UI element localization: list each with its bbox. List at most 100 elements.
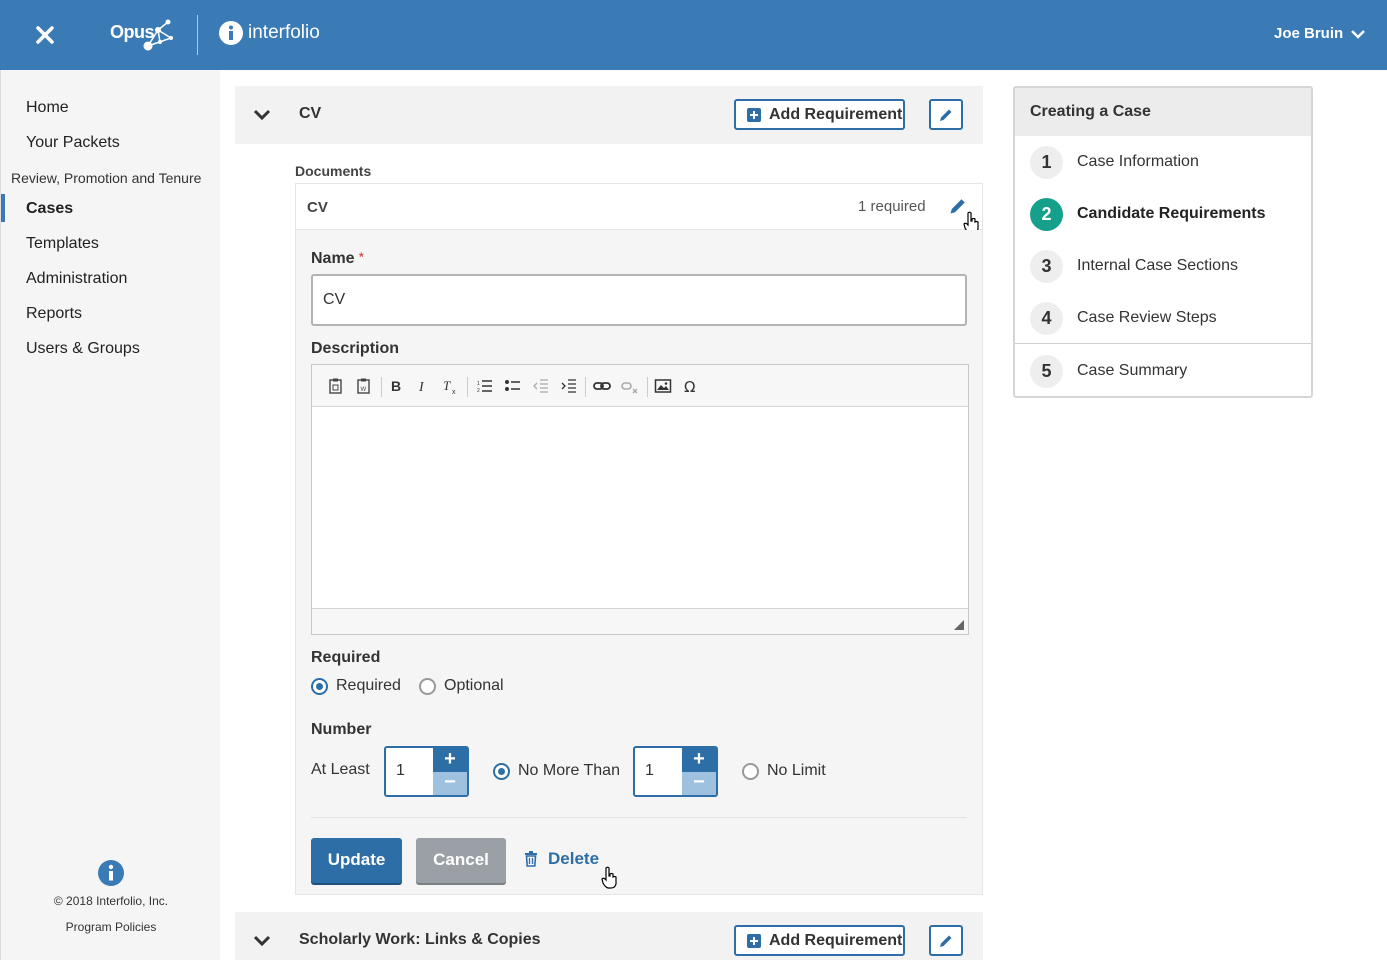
document-row-cv[interactable]: CV 1 required: [295, 183, 983, 230]
toolbar-separator: [585, 377, 586, 397]
radio-required-label[interactable]: Required: [336, 677, 401, 695]
no-limit-label[interactable]: No Limit: [767, 762, 826, 780]
edit-section-button[interactable]: [929, 925, 963, 956]
svg-text:I: I: [418, 380, 425, 395]
sidebar: Home Your Packets Review, Promotion and …: [0, 70, 220, 960]
italic-icon[interactable]: I: [414, 377, 432, 395]
active-indicator: [1, 194, 5, 222]
svg-text:2: 2: [477, 388, 480, 394]
steps-header: Creating a Case: [1015, 88, 1311, 136]
radio-optional[interactable]: [419, 678, 436, 695]
paste-icon[interactable]: [327, 377, 345, 395]
remove-format-icon[interactable]: Tx: [442, 377, 460, 395]
special-char-icon[interactable]: Ω: [682, 377, 700, 395]
user-menu[interactable]: Joe Bruin: [1274, 25, 1343, 42]
radio-no-limit[interactable]: [742, 763, 759, 780]
step-case-information[interactable]: Case Information: [1077, 153, 1199, 171]
step-internal-case-sections[interactable]: Internal Case Sections: [1077, 257, 1238, 275]
add-requirement-button[interactable]: Add Requirement: [734, 925, 905, 956]
edit-section-button[interactable]: [929, 99, 963, 130]
outdent-icon[interactable]: [532, 377, 550, 395]
sidebar-section-heading: Review, Promotion and Tenure: [11, 170, 202, 186]
form-divider: [311, 817, 967, 818]
step-case-summary[interactable]: Case Summary: [1077, 362, 1187, 380]
sidebar-item-home[interactable]: Home: [26, 99, 69, 117]
hand-cursor-icon: [601, 866, 617, 889]
radio-optional-label[interactable]: Optional: [444, 677, 504, 695]
radio-required[interactable]: [311, 678, 328, 695]
required-star: *: [359, 250, 364, 264]
editor-toolbar: W B I Tx 12 Ω: [312, 365, 968, 407]
radio-no-more-than[interactable]: [493, 763, 510, 780]
step-case-review-steps[interactable]: Case Review Steps: [1077, 309, 1217, 327]
paste-word-icon[interactable]: W: [355, 377, 373, 395]
bulleted-list-icon[interactable]: [504, 377, 522, 395]
trash-icon: [525, 851, 537, 867]
pencil-icon: [940, 935, 952, 947]
sidebar-item-administration[interactable]: Administration: [26, 270, 127, 288]
section-header-cv: CV Add Requirement: [235, 86, 983, 144]
add-requirement-button[interactable]: Add Requirement: [734, 99, 905, 130]
section-header-scholarly-work: Scholarly Work: Links & Copies Add Requi…: [235, 912, 983, 960]
step-number: 2: [1030, 198, 1063, 231]
sidebar-item-your-packets[interactable]: Your Packets: [26, 134, 120, 152]
sidebar-item-templates[interactable]: Templates: [26, 235, 99, 253]
chevron-down-icon[interactable]: [253, 934, 271, 948]
no-more-than-stepper[interactable]: 1 + −: [633, 746, 718, 797]
header-divider: [197, 15, 198, 55]
no-more-than-value[interactable]: 1: [645, 762, 654, 780]
image-icon[interactable]: [654, 377, 672, 395]
at-least-stepper[interactable]: 1 + −: [384, 746, 469, 797]
step-number: 5: [1030, 355, 1063, 388]
opus-network-icon: [143, 19, 173, 51]
section-title: Scholarly Work: Links & Copies: [299, 931, 541, 948]
step-number: 3: [1030, 250, 1063, 283]
sidebar-item-cases[interactable]: Cases: [26, 200, 73, 218]
no-more-than-label[interactable]: No More Than: [518, 762, 620, 780]
update-button[interactable]: Update: [311, 838, 402, 883]
interfolio-info-icon: [98, 860, 124, 886]
add-requirement-label: Add Requirement: [769, 106, 903, 123]
step-candidate-requirements[interactable]: Candidate Requirements: [1077, 205, 1265, 223]
increment-button[interactable]: +: [682, 748, 716, 772]
sidebar-item-reports[interactable]: Reports: [26, 305, 82, 323]
documents-label: Documents: [295, 163, 372, 179]
creating-case-steps: Creating a Case 1 Case Information 2 Can…: [1013, 86, 1313, 398]
description-editor[interactable]: W B I Tx 12 Ω: [311, 364, 969, 635]
close-icon[interactable]: [32, 22, 58, 48]
chevron-down-icon[interactable]: [253, 108, 271, 122]
toolbar-separator: [381, 377, 382, 397]
interfolio-logo-icon: [219, 21, 243, 45]
editor-statusbar: [312, 608, 968, 634]
top-bar: Opus interfolio Joe Bruin: [0, 0, 1387, 70]
steps-title: Creating a Case: [1030, 103, 1151, 120]
chevron-down-icon[interactable]: [1350, 28, 1366, 40]
decrement-button[interactable]: −: [682, 772, 716, 795]
bold-icon[interactable]: B: [387, 377, 405, 395]
cancel-button[interactable]: Cancel: [416, 838, 506, 883]
description-label: Description: [311, 340, 400, 357]
plus-square-icon: [747, 934, 761, 948]
step-number: 4: [1030, 302, 1063, 335]
toolbar-separator: [647, 377, 648, 397]
program-policies-link[interactable]: Program Policies: [1, 920, 221, 934]
resize-handle-icon[interactable]: [954, 620, 964, 630]
document-name: CV: [307, 199, 328, 216]
unlink-icon[interactable]: [621, 377, 639, 395]
svg-text:T: T: [443, 378, 451, 393]
link-icon[interactable]: [593, 377, 611, 395]
numbered-list-icon[interactable]: 12: [476, 377, 494, 395]
sidebar-item-users-groups[interactable]: Users & Groups: [26, 340, 140, 358]
svg-text:B: B: [391, 378, 401, 394]
indent-icon[interactable]: [560, 377, 578, 395]
decrement-button[interactable]: −: [433, 772, 467, 795]
svg-text:Ω: Ω: [684, 378, 695, 395]
add-requirement-label: Add Requirement: [769, 932, 903, 949]
interfolio-logo-text: interfolio: [248, 22, 320, 43]
name-input[interactable]: [311, 274, 967, 326]
steps-divider: [1015, 343, 1311, 344]
increment-button[interactable]: +: [433, 748, 467, 772]
toolbar-separator: [467, 377, 468, 397]
svg-text:1: 1: [477, 381, 480, 387]
at-least-value[interactable]: 1: [396, 762, 405, 780]
